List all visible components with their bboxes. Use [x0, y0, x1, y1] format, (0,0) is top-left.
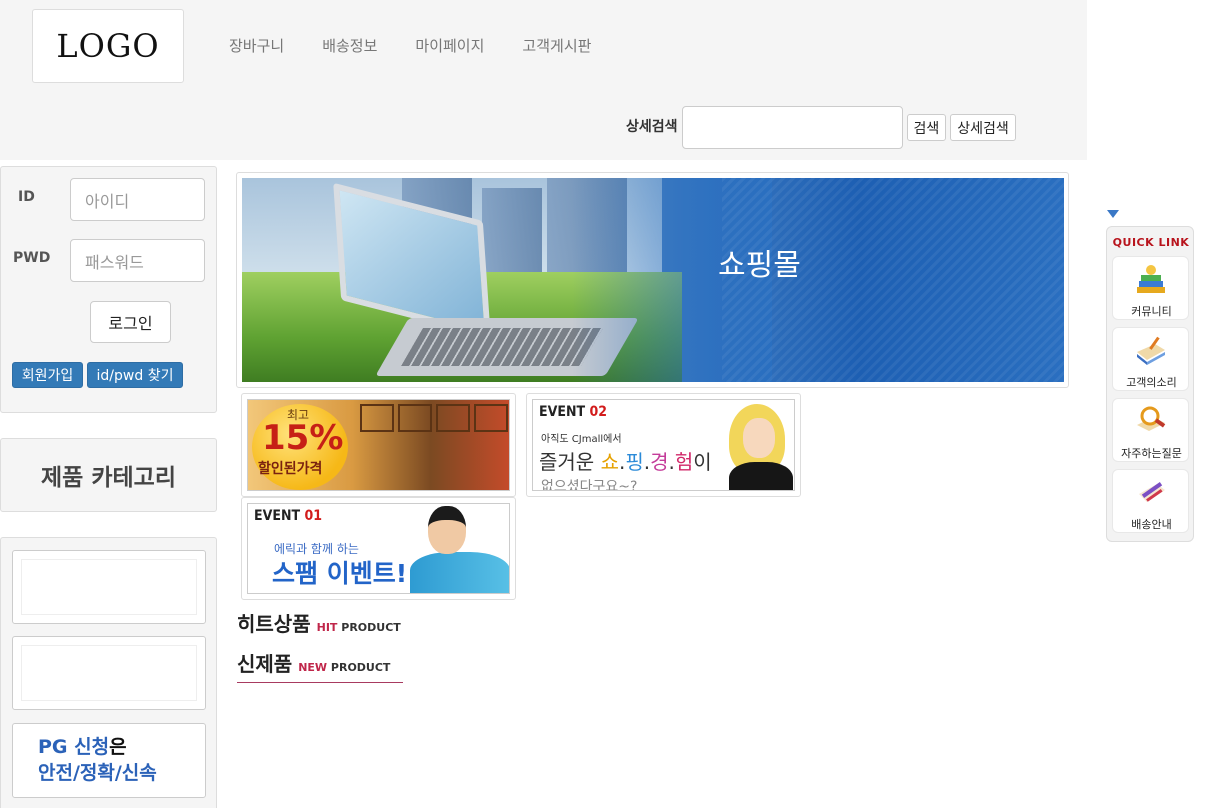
event-01-number: 01: [304, 508, 323, 524]
id-label: ID: [18, 189, 35, 205]
event-02-headline: 즐거운 쇼.핑.경.험이: [539, 450, 712, 474]
pwd-label: PWD: [13, 250, 51, 266]
man-head: [428, 506, 466, 554]
new-product-underline: [237, 682, 403, 683]
woman-body: [729, 462, 793, 490]
pg-banner-line1-blue: PG 신청: [38, 736, 110, 758]
event-02-title: EVENT 02: [539, 404, 607, 420]
signup-button[interactable]: 회원가입: [12, 362, 83, 388]
id-input[interactable]: 아이디: [70, 178, 205, 221]
nav-mypage[interactable]: 마이페이지: [396, 36, 503, 56]
event-01-banner[interactable]: EVENT 01 에릭과 함께 하는 스팸 이벤트!: [241, 497, 516, 600]
detail-search-button[interactable]: 상세검색: [950, 114, 1016, 141]
event-01-title: EVENT 01: [254, 508, 322, 524]
side-banner-panel: PG 신청은 안전/정확/신속: [0, 537, 217, 808]
spice-box: [360, 404, 394, 432]
magnifier-icon: [1137, 406, 1166, 431]
quick-link-header: QUICK LINK: [1112, 236, 1190, 249]
event-01-image: EVENT 01 에릭과 함께 하는 스팸 이벤트!: [247, 503, 510, 594]
hit-product-title-text: 히트상품: [237, 612, 311, 636]
event-02-char-3: 경: [650, 450, 669, 474]
quick-link-label: 고객의소리: [1126, 376, 1177, 389]
event-02-headline-pre: 즐거운: [539, 450, 601, 474]
pg-banner-line1-black: 은: [109, 736, 127, 758]
discount-banner[interactable]: 최고 15% 할인된가격: [241, 393, 516, 497]
pg-banner-line2: 안전/정확/신속: [38, 762, 157, 784]
top-nav: 장바구니 배송정보 마이페이지 고객게시판: [210, 36, 610, 56]
header: LOGO 장바구니 배송정보 마이페이지 고객게시판 상세검색 검색 상세검색: [0, 0, 1087, 160]
discount-label: 할인된가격: [258, 461, 323, 477]
event-02-title-text: EVENT: [539, 404, 586, 420]
hit-product-sub-red: HIT: [316, 621, 338, 634]
page: LOGO 장바구니 배송정보 마이페이지 고객게시판 상세검색 검색 상세검색 …: [0, 0, 1207, 808]
quick-link-label: 커뮤니티: [1131, 305, 1172, 318]
main-banner-title: 쇼핑몰: [718, 248, 801, 283]
search-input[interactable]: [681, 106, 903, 149]
new-product-subtitle: NEW PRODUCT: [298, 661, 390, 674]
login-panel: ID 아이디 PWD 패스워드 로그인 회원가입 id/pwd 찾기: [0, 166, 217, 413]
event-02-char-4: 험: [674, 450, 694, 474]
event-01-title-text: EVENT: [254, 508, 301, 524]
pg-banner-text: PG 신청은 안전/정확/신속: [38, 734, 157, 786]
new-product-title: 신제품 NEW PRODUCT: [237, 648, 390, 677]
new-product-sub-red: NEW: [298, 661, 328, 674]
quick-link-panel: QUICK LINK 커뮤니티 고객의소리 자주하는질문 배송안내: [1106, 226, 1194, 542]
side-banner-2[interactable]: [12, 636, 206, 710]
login-button[interactable]: 로그인: [90, 301, 171, 343]
hit-product-subtitle: HIT PRODUCT: [317, 621, 401, 634]
quick-link-arrow-icon[interactable]: [1107, 210, 1119, 218]
quick-link-delivery[interactable]: 배송안내: [1112, 469, 1189, 533]
hit-product-title: 히트상품 HIT PRODUCT: [237, 608, 401, 637]
spice-box: [474, 404, 508, 432]
event-02-char-1: 쇼: [600, 450, 619, 474]
search-label: 상세검색: [626, 119, 678, 135]
event-02-number: 02: [589, 404, 608, 420]
side-banner-2-image: [21, 645, 197, 701]
product-category-title[interactable]: 제품 카테고리: [0, 438, 217, 512]
search-bar: 상세검색 검색 상세검색: [626, 106, 1016, 149]
find-account-button[interactable]: id/pwd 찾기: [87, 362, 183, 388]
discount-banner-image: 최고 15% 할인된가격: [247, 399, 510, 491]
books-icon: [1137, 265, 1165, 293]
pwd-input[interactable]: 패스워드: [70, 239, 205, 282]
main-banner-frame: 쇼핑몰: [236, 172, 1069, 388]
discount-percent: 15%: [262, 418, 344, 458]
nav-shipping-info[interactable]: 배송정보: [303, 36, 396, 56]
spice-box: [398, 404, 432, 432]
quick-link-label: 자주하는질문: [1121, 447, 1182, 460]
new-product-title-text: 신제품: [237, 652, 293, 676]
spice-box: [436, 404, 470, 432]
quick-link-faq[interactable]: 자주하는질문: [1112, 398, 1189, 462]
notebook-icon: [1137, 336, 1165, 365]
event-02-image: EVENT 02 아직도 CJmall에서 즐거운 쇼.핑.경.험이 없으셨다구…: [532, 399, 795, 491]
event-01-headline: 스팸 이벤트!: [272, 559, 408, 588]
new-product-sub-text: PRODUCT: [330, 661, 391, 674]
nav-cart[interactable]: 장바구니: [210, 36, 303, 56]
side-banner-1[interactable]: [12, 550, 206, 624]
pencil-paper-icon: [1139, 482, 1165, 502]
man-body: [410, 552, 509, 593]
event-02-char-2: 핑: [625, 450, 644, 474]
woman-face: [743, 418, 775, 458]
search-button[interactable]: 검색: [906, 114, 947, 141]
event-02-bottom-text: 없으셨다구요~?: [541, 479, 638, 491]
pg-banner[interactable]: PG 신청은 안전/정확/신속: [12, 723, 206, 798]
nav-customer-board[interactable]: 고객게시판: [503, 36, 610, 56]
side-banner-1-image: [21, 559, 197, 615]
quick-link-community[interactable]: 커뮤니티: [1112, 256, 1189, 320]
event-02-subtitle: 아직도 CJmall에서: [541, 434, 622, 445]
event-02-banner[interactable]: EVENT 02 아직도 CJmall에서 즐거운 쇼.핑.경.험이 없으셨다구…: [526, 393, 801, 497]
quick-link-label: 배송안내: [1131, 518, 1172, 531]
hit-product-sub-text: PRODUCT: [341, 621, 401, 634]
main-banner[interactable]: 쇼핑몰: [242, 178, 1064, 382]
event-02-headline-post: 이: [693, 450, 712, 474]
logo[interactable]: LOGO: [32, 9, 184, 83]
quick-link-customer-voice[interactable]: 고객의소리: [1112, 327, 1189, 391]
